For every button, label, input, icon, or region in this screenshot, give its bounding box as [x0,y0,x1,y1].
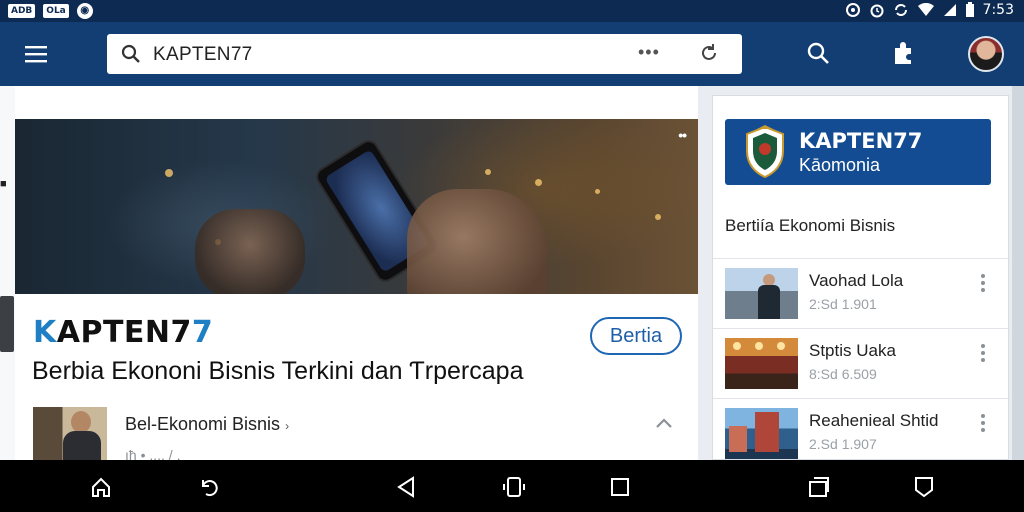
hero-more-button[interactable]: •• [678,127,687,143]
news-item[interactable]: Vaohad Lola 2:Sd 1.901 [713,259,1010,329]
brand-middle: APTEN7 [56,315,192,350]
search-field[interactable]: KAPTEN77 ••• [107,34,742,74]
search-button-icon[interactable] [806,41,830,65]
shield-icon [746,125,784,179]
news-thumbnail [725,268,798,319]
back-icon [397,476,414,498]
search-icon [121,44,140,63]
banner-subtitle: Kāomonia [799,155,881,175]
brand-seven: 7 [191,315,214,350]
article-brand: KAPTEN77 [33,315,213,350]
status-bar: ADB OLa ◉ 7:53 [0,0,1024,22]
hero-light [165,169,173,177]
wifi-icon [917,3,934,16]
right-edge-panel [1012,86,1024,460]
news-meta: 8:Sd 6.509 [809,366,877,382]
section-title: Bertiía Ekonomi Bisnis [725,216,896,235]
hero-hand-left [195,209,305,294]
back-button[interactable] [393,474,419,500]
article-card[interactable]: •• KAPTEN77 Bertia Berbia Ekononi Bisnis… [15,86,698,463]
menu-button[interactable] [20,40,52,68]
tabs-icon [809,477,829,497]
notification-nav-button[interactable] [911,474,937,500]
menu-icon [25,46,47,63]
category-pill[interactable]: Bertia [590,317,682,355]
rotate-button[interactable] [501,474,527,500]
hero-light [655,214,661,220]
notification-icon [845,3,860,17]
rotate-screen-icon [503,477,525,497]
more-vert-icon[interactable] [979,344,987,362]
home-button[interactable] [88,474,114,500]
status-chip-2: OLa [43,4,69,18]
news-item[interactable]: Stptis Uaka 8:Sd 6.509 [713,329,1010,399]
news-title: Stptis Uaka [809,341,896,360]
related-thumbnail[interactable] [33,407,107,461]
thumb-body [758,285,780,319]
more-vert-icon[interactable] [979,274,987,292]
news-thumbnail [725,408,798,459]
search-input[interactable]: KAPTEN77 [153,44,253,66]
left-edge-text: ■ [0,178,7,190]
sync-icon [894,4,907,16]
chevron-right-icon: › [285,419,290,433]
hero-light [485,169,491,175]
brand-letter-k: K [33,315,57,350]
hero-hand-right [407,189,547,294]
status-right: 7:53 [845,2,1014,18]
thumbnail-face [71,411,91,433]
related-title[interactable]: Bel-Ekonomi Bisnis › [125,414,289,435]
article-headline[interactable]: Berbia Ekononi Bisnis Terkini dan Ƭrperc… [32,357,523,386]
alarm-icon [870,4,884,18]
home-icon [92,477,110,497]
banner-title: KAPTEN77 [799,129,923,153]
avatar[interactable] [968,36,1004,72]
app-bar: KAPTEN77 ••• [0,22,1024,86]
undo-button[interactable] [196,474,222,500]
message-icon [915,477,933,498]
refresh-icon[interactable] [699,43,719,63]
recents-button[interactable] [607,474,633,500]
news-meta: 2:Sd 1.901 [809,296,877,312]
left-edge-block [0,296,14,352]
news-title: Vaohad Lola [809,271,904,290]
undo-icon [202,480,218,497]
hero-light [595,189,600,194]
signal-icon [943,4,956,16]
right-panel: KAPTEN77 Kāomonia Bertiía Ekonomi Bisnis… [712,95,1010,460]
hero-image[interactable]: •• [15,119,698,294]
thumb-lights [733,342,741,350]
news-title: Reahenieal Shtid [809,411,939,430]
status-time: 7:53 [982,2,1014,18]
chevron-up-icon[interactable] [655,417,673,429]
left-edge-panel: ■ [0,86,15,460]
more-vert-icon[interactable] [979,414,987,432]
thumb-tower [755,412,779,452]
brand-banner[interactable]: KAPTEN77 Kāomonia [725,119,991,185]
sync-circle-icon: ◉ [76,3,93,19]
tabs-button[interactable] [806,474,832,500]
recents-icon [611,478,629,496]
news-item[interactable]: Reahenieal Shtid 2.Sd 1.907 [713,399,1010,469]
search-more-button[interactable]: ••• [638,42,660,63]
status-chip-1: ADB [8,4,36,18]
battery-icon [965,2,974,17]
hero-light [535,179,542,186]
thumb-building [729,426,747,452]
thumbnail-body [63,431,101,461]
news-thumbnail [725,338,798,389]
nav-bar [0,460,1024,512]
status-left: ADB OLa ◉ [8,3,93,19]
news-meta: 2.Sd 1.907 [809,436,877,452]
extension-icon[interactable] [891,40,915,66]
related-title-text: Bel-Ekonomi Bisnis [125,414,281,434]
